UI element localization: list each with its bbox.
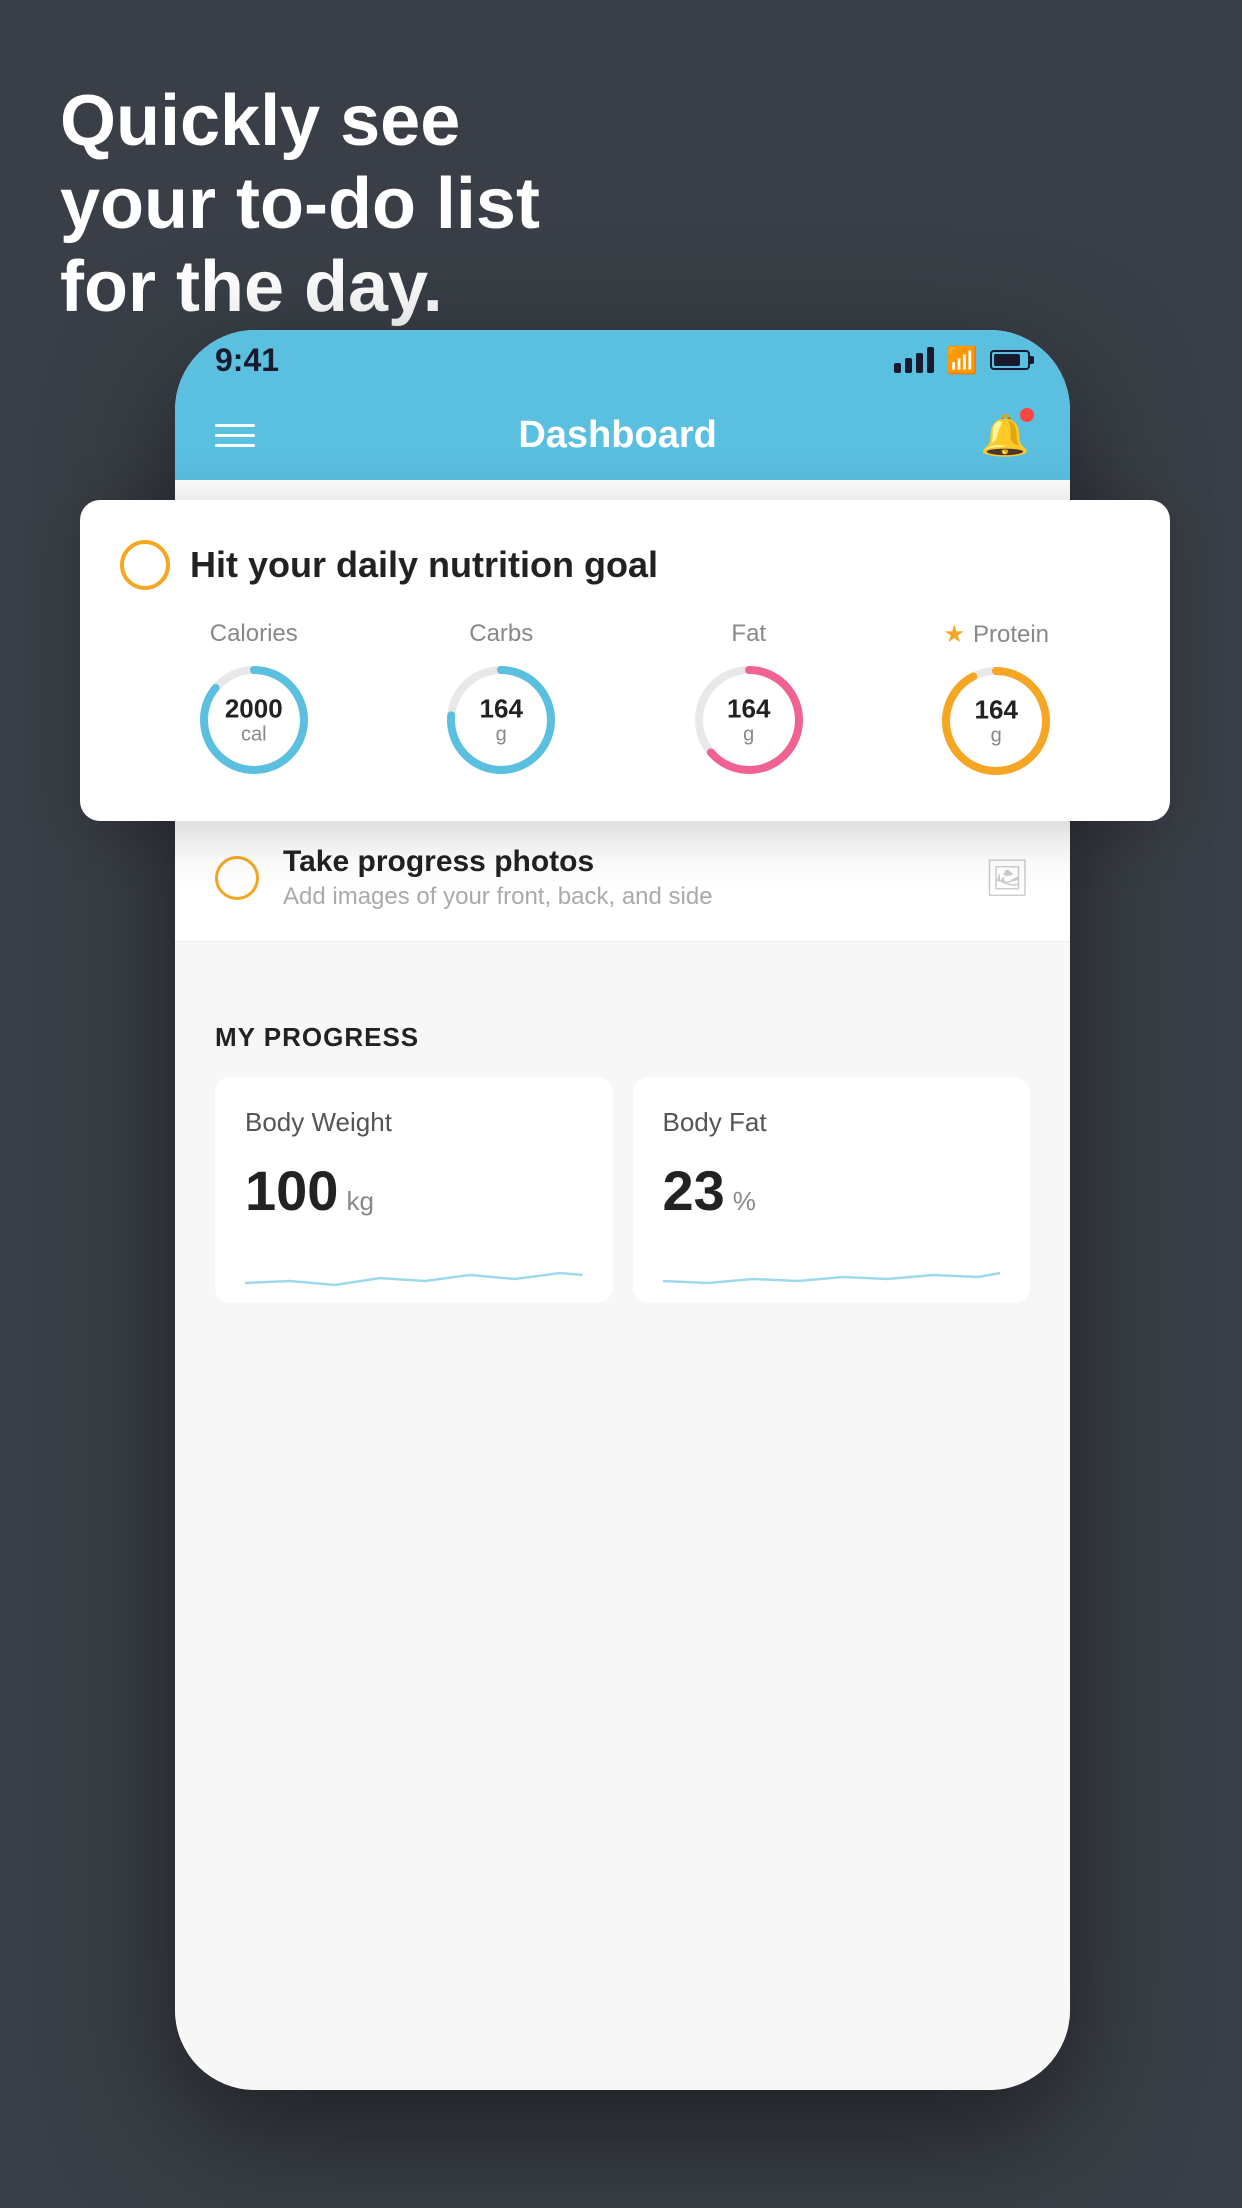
- carbs-value-text: 164 g: [480, 695, 523, 746]
- app-header: Dashboard 🔔: [175, 390, 1070, 480]
- body-fat-chart: [663, 1243, 1001, 1303]
- body-weight-value-row: 100 kg: [245, 1158, 583, 1223]
- body-weight-number: 100: [245, 1158, 338, 1223]
- calories-label: Calories: [210, 620, 298, 648]
- protein-unit: g: [975, 724, 1018, 746]
- nutrition-checkbox[interactable]: [120, 540, 170, 590]
- todo-checkbox-photos[interactable]: [215, 856, 259, 900]
- star-icon: ★: [943, 620, 965, 649]
- body-fat-value-row: 23 %: [663, 1158, 1001, 1223]
- calories-unit: cal: [225, 723, 283, 745]
- body-weight-unit: kg: [346, 1186, 373, 1217]
- card-title-row: Hit your daily nutrition goal: [120, 540, 1130, 590]
- progress-section-title: MY PROGRESS: [215, 1022, 1030, 1053]
- protein-value-text: 164 g: [975, 696, 1018, 747]
- todo-text-photos: Take progress photos Add images of your …: [283, 845, 960, 911]
- nutrition-card-title: Hit your daily nutrition goal: [190, 544, 658, 586]
- carbs-number: 164: [480, 695, 523, 724]
- carbs-label: Carbs: [469, 620, 533, 648]
- fat-label: Fat: [731, 620, 766, 648]
- body-fat-unit: %: [733, 1186, 756, 1217]
- battery-icon: [990, 350, 1030, 370]
- progress-cards: Body Weight 100 kg Body Fat 23: [215, 1077, 1030, 1303]
- protein-number: 164: [975, 696, 1018, 725]
- calories-value-text: 2000 cal: [225, 695, 283, 746]
- fat-number: 164: [727, 695, 770, 724]
- fat-item: Fat 164 g: [689, 620, 809, 780]
- protein-item: ★ Protein 164 g: [936, 620, 1056, 781]
- fat-value-text: 164 g: [727, 695, 770, 746]
- protein-chart: 164 g: [936, 661, 1056, 781]
- body-fat-card[interactable]: Body Fat 23 %: [633, 1077, 1031, 1303]
- body-weight-card[interactable]: Body Weight 100 kg: [215, 1077, 613, 1303]
- calories-chart: 2000 cal: [194, 660, 314, 780]
- status-time: 9:41: [215, 342, 279, 379]
- status-icons: 📶: [894, 345, 1030, 376]
- fat-unit: g: [727, 723, 770, 745]
- calories-item: Calories 2000 cal: [194, 620, 314, 780]
- menu-button[interactable]: [215, 424, 255, 447]
- list-item[interactable]: Take progress photos Add images of your …: [175, 815, 1070, 942]
- body-weight-chart: [245, 1243, 583, 1303]
- headline: Quickly see your to-do list for the day.: [60, 80, 540, 328]
- todo-subtitle-photos: Add images of your front, back, and side: [283, 883, 960, 911]
- signal-icon: [894, 347, 934, 373]
- progress-section: MY PROGRESS Body Weight 100 kg: [175, 982, 1070, 1343]
- body-fat-card-title: Body Fat: [663, 1107, 1001, 1138]
- header-title: Dashboard: [518, 414, 716, 457]
- calories-number: 2000: [225, 695, 283, 724]
- wifi-icon: 📶: [946, 345, 978, 376]
- nutrition-circles: Calories 2000 cal Carbs: [120, 620, 1130, 781]
- carbs-unit: g: [480, 723, 523, 745]
- photo-icon: 🖼: [984, 857, 1030, 899]
- protein-label: ★ Protein: [943, 620, 1049, 649]
- nutrition-card: Hit your daily nutrition goal Calories 2…: [80, 500, 1170, 821]
- todo-title-photos: Take progress photos: [283, 845, 960, 879]
- body-weight-card-title: Body Weight: [245, 1107, 583, 1138]
- body-fat-number: 23: [663, 1158, 725, 1223]
- notification-bell-icon[interactable]: 🔔: [980, 412, 1030, 459]
- status-bar: 9:41 📶: [175, 330, 1070, 390]
- notification-dot: [1020, 408, 1034, 422]
- carbs-item: Carbs 164 g: [441, 620, 561, 780]
- fat-chart: 164 g: [689, 660, 809, 780]
- carbs-chart: 164 g: [441, 660, 561, 780]
